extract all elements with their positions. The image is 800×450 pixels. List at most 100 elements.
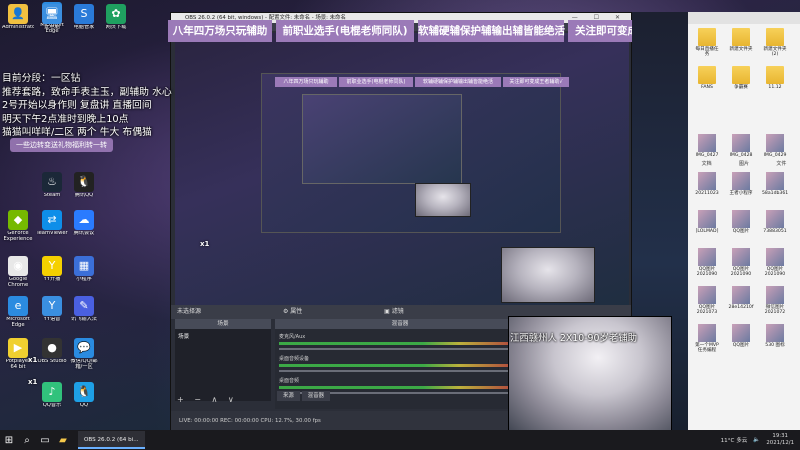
- image-thumbnail: [766, 324, 784, 342]
- windows-start-icon[interactable]: ⊞: [0, 431, 18, 449]
- image-file-item[interactable]: 第一个MVP 任务编程: [694, 324, 720, 353]
- filters-button[interactable]: ▣ 滤镜: [384, 308, 404, 315]
- desktop-icon[interactable]: 🖥 此电脑: [36, 4, 68, 31]
- desktop-icon[interactable]: S 电脑管家: [68, 4, 100, 31]
- image-thumbnail: [698, 286, 716, 304]
- app-icon: 💬: [74, 338, 94, 358]
- file-label: QQ图片 2021090: [730, 267, 752, 278]
- desktop-icon[interactable]: ♨ Steam: [36, 172, 68, 199]
- desktop-icon-label: Google Chrome: [7, 277, 29, 288]
- desktop-icon[interactable]: Y YY开播: [36, 256, 68, 283]
- volume-icon[interactable]: 🔈: [753, 437, 760, 443]
- mixer-channel-2[interactable]: 桌面音频设备: [279, 355, 519, 374]
- promo-pill: 一些边转变送礼物福利转一转: [10, 138, 113, 152]
- mixer-channel-label: 桌面音频: [279, 378, 300, 384]
- folder-item[interactable]: 新建文件夹: [728, 28, 754, 52]
- desktop-icon[interactable]: Y YY语音: [36, 296, 68, 323]
- folder-item[interactable]: 每日直播任务: [694, 28, 720, 57]
- task-view-icon[interactable]: ▭: [36, 431, 54, 449]
- desktop-icon[interactable]: ● OBS Studio: [36, 338, 68, 365]
- image-file-item[interactable]: 73883051: [762, 210, 788, 234]
- explorer-tab[interactable]: 图片: [739, 160, 749, 167]
- banner-3: 软辅硬辅保护辅输出辅皆能绝活: [418, 20, 565, 42]
- explorer-tab[interactable]: 文件: [776, 160, 786, 167]
- mixer-channel-1[interactable]: 麦克风/Aux: [279, 333, 519, 352]
- image-file-item[interactable]: QQ图片: [728, 210, 754, 234]
- image-file-item[interactable]: IMG_0427: [694, 134, 720, 158]
- image-file-item[interactable]: QQ图片 2021090: [762, 248, 788, 277]
- folder-item[interactable]: 争霸赛: [728, 66, 754, 90]
- desktop-icon-label: 讯飞输入法: [71, 317, 97, 322]
- desktop-icon[interactable]: ☁ 腾讯会议: [68, 210, 100, 237]
- image-thumbnail: [732, 172, 750, 190]
- scene-controls[interactable]: + − ∧ ∨: [177, 395, 238, 404]
- scene-item[interactable]: 场景: [178, 332, 268, 340]
- volume-meter: [279, 342, 519, 345]
- image-file-item[interactable]: 王者小程序: [728, 172, 754, 196]
- image-thumbnail: [766, 134, 784, 152]
- image-file-item[interactable]: QQ图片 2021090: [728, 248, 754, 277]
- desktop-icon[interactable]: ✿ 网页下载: [100, 4, 132, 31]
- image-file-item[interactable]: [LOLMAD]: [694, 210, 720, 234]
- image-file-item[interactable]: 微信图片 2021072: [762, 286, 788, 315]
- file-label: 73883051: [763, 229, 787, 234]
- image-thumbnail: [732, 286, 750, 304]
- preview-webcam: [501, 247, 595, 303]
- image-file-item[interactable]: QQ图片: [728, 324, 754, 348]
- image-file-item[interactable]: 20211023: [694, 172, 720, 196]
- file-label: 第一个MVP 任务编程: [695, 343, 719, 354]
- desktop-icon[interactable]: ✎ 讯飞输入法: [68, 296, 100, 323]
- file-label: 28e14210f: [728, 305, 754, 310]
- clock[interactable]: 19:31 2021/12/1: [766, 433, 794, 447]
- image-file-item[interactable]: QQ图片 2021090: [694, 248, 720, 277]
- folder-item[interactable]: 11.12: [762, 66, 788, 90]
- taskbar-app-obs[interactable]: OBS 26.0.2 (64 bi...: [78, 431, 145, 449]
- properties-button[interactable]: ⚙ 属性: [283, 308, 302, 315]
- image-file-item[interactable]: 58a1db361: [762, 172, 788, 196]
- desktop-icon-label: Microsoft Edge: [6, 317, 30, 328]
- file-label: 王者小程序: [729, 191, 753, 196]
- tab-mixer[interactable]: 混音器: [301, 391, 330, 401]
- explorer-icon[interactable]: ▰: [54, 431, 72, 449]
- folder-item[interactable]: FANS: [694, 66, 720, 90]
- desktop-icon[interactable]: ▦ 小程序: [68, 256, 100, 283]
- desktop-icon-label: Administrator: [2, 25, 34, 30]
- desktop-icon-label: Steam: [43, 193, 61, 198]
- image-file-item[interactable]: IMG_0429: [762, 134, 788, 158]
- tab-sources[interactable]: 来源: [277, 391, 300, 401]
- system-tray: 11°C 多云 🔈 19:31 2021/12/1: [721, 430, 794, 450]
- desktop-icon[interactable]: 👤 Administrator: [2, 4, 34, 31]
- image-file-item[interactable]: QQ图片 2021073: [694, 286, 720, 315]
- desktop-icon[interactable]: ▶ Potplayer 64 bit: [2, 338, 34, 371]
- file-label: 58a1db361: [762, 191, 789, 196]
- file-label: QQ图片: [732, 343, 750, 348]
- scene-list[interactable]: 场景: [175, 329, 271, 401]
- desktop-icon[interactable]: ◉ Google Chrome: [2, 256, 34, 289]
- image-file-item[interactable]: 28e14210f: [728, 286, 754, 310]
- file-explorer[interactable]: 每日直播任务 新建文件夹 新建文件夹 (2) FANS 争霸赛 11.12 IMG_0427…: [688, 12, 800, 430]
- file-label: 新建文件夹 (2): [763, 47, 787, 58]
- file-label: 11.12: [768, 85, 782, 90]
- desktop-icon[interactable]: ♪ QQ音乐: [36, 382, 68, 409]
- volume-meter: [279, 364, 519, 367]
- file-label: IMG_0427: [695, 153, 719, 158]
- desktop-icon[interactable]: eMicrosoft Edge: [2, 296, 34, 329]
- image-file-item[interactable]: 530 图标: [762, 324, 788, 348]
- search-icon[interactable]: ⌕: [18, 431, 36, 449]
- folder-item[interactable]: 新建文件夹 (2): [762, 28, 788, 57]
- desktop-icon[interactable]: 🐧 腾讯QQ: [68, 172, 100, 199]
- desktop-icon[interactable]: 🐧 QQ: [68, 382, 100, 409]
- volume-slider[interactable]: [279, 368, 519, 374]
- volume-slider[interactable]: [279, 346, 519, 352]
- desktop-icon[interactable]: ◆ GeForce Experience: [2, 210, 34, 243]
- explorer-tab[interactable]: 文档: [702, 160, 712, 167]
- mini-banner-3: 软辅硬辅保护辅输出辅皆能绝活: [415, 77, 501, 87]
- desktop-icon-label: OBS Studio: [37, 359, 67, 364]
- weather-label[interactable]: 11°C 多云: [721, 436, 748, 444]
- image-thumbnail: [766, 172, 784, 190]
- desktop-icon[interactable]: ⇄ TeamViewer: [36, 210, 68, 237]
- desktop-icon-label: TeamViewer: [36, 231, 68, 236]
- obs-preview[interactable]: 八年四万场只玩辅助 前职业选手(电棍老师同队) 软辅硬辅保护辅输出辅皆能绝活 关…: [175, 33, 629, 305]
- image-file-item[interactable]: IMG_0428: [728, 134, 754, 158]
- desktop-icon[interactable]: 💬 微信/QQ/邮箱/一区: [68, 338, 100, 371]
